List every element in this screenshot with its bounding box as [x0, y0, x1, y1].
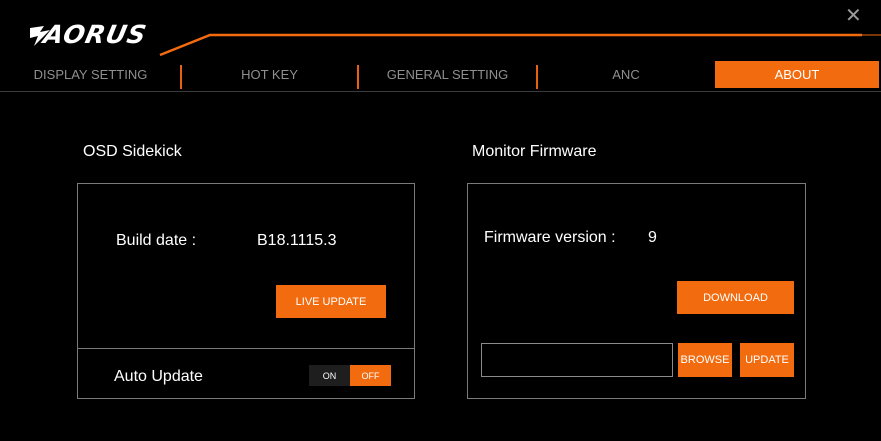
monitor-firmware-title: Monitor Firmware	[472, 143, 597, 160]
download-button[interactable]: DOWNLOAD	[677, 281, 794, 314]
osd-sidekick-title: OSD Sidekick	[83, 143, 182, 160]
osd-panel-divider	[77, 348, 415, 349]
tab-bar: DISPLAY SETTING HOT KEY GENERAL SETTING …	[0, 61, 881, 91]
app-logo: AORUS	[40, 20, 150, 49]
build-date-value: B18.1115.3	[257, 232, 337, 249]
auto-update-label: Auto Update	[114, 368, 203, 385]
tab-bar-divider	[0, 91, 881, 92]
close-icon[interactable]: ✕	[845, 6, 862, 26]
firmware-version-label: Firmware version :	[484, 229, 616, 246]
firmware-file-path-input[interactable]	[481, 343, 673, 377]
live-update-button[interactable]: LIVE UPDATE	[276, 285, 386, 318]
build-date-label: Build date :	[116, 232, 197, 249]
update-button[interactable]: UPDATE	[740, 343, 794, 377]
toggle-on-option[interactable]: ON	[309, 365, 350, 386]
tab-about[interactable]: ABOUT	[715, 61, 879, 88]
toggle-off-option[interactable]: OFF	[350, 365, 391, 386]
tab-anc[interactable]: ANC	[537, 61, 715, 88]
tab-display-setting[interactable]: DISPLAY SETTING	[0, 61, 181, 88]
tab-hot-key[interactable]: HOT KEY	[181, 61, 358, 88]
tab-general-setting[interactable]: GENERAL SETTING	[358, 61, 537, 88]
auto-update-toggle[interactable]: ON OFF	[309, 365, 391, 386]
browse-button[interactable]: BROWSE	[678, 343, 732, 377]
firmware-version-value: 9	[648, 229, 657, 246]
